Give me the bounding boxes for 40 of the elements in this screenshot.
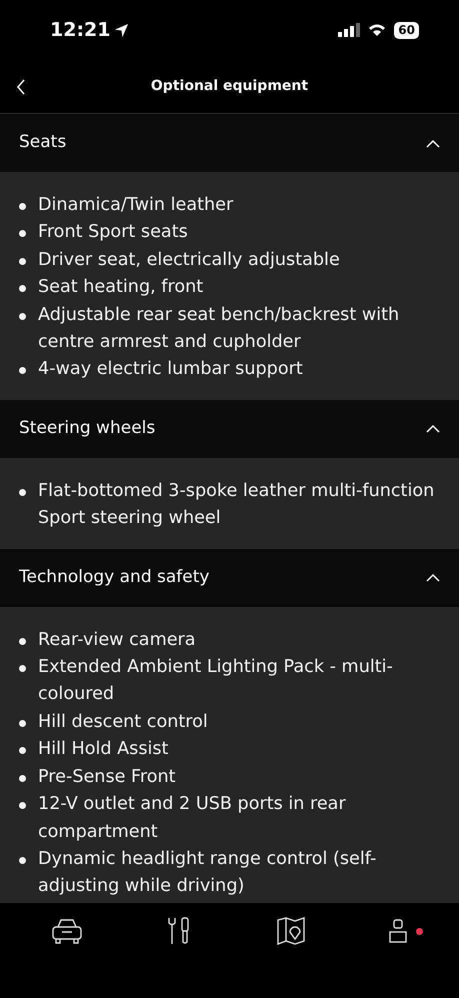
map-icon: [276, 916, 305, 944]
signal-icon: [338, 23, 360, 37]
person-icon: [388, 918, 407, 943]
list-item-text: Adjustable rear seat bench/backrest with centre armrest and cupholder: [38, 304, 400, 354]
list-item-text: Hill Hold Assist: [38, 738, 168, 762]
list-item-text: Flat-bottomed 3-spoke leather multi-function Sport steering wheel: [38, 480, 436, 530]
list-item-text: Pre-Sense Front: [38, 766, 176, 789]
list-item-text: Hill descent control: [38, 710, 208, 734]
list-item-text: 4-way electric lumbar support: [38, 358, 303, 382]
section-header[interactable]: Seats: [0, 114, 459, 172]
battery-indicator: 60: [394, 22, 419, 38]
list-item-text: Rear-view camera: [38, 628, 196, 652]
bullet-icon: [19, 856, 26, 864]
list-item-text: 12-V outlet and 2 USB ports in rear compartment: [38, 793, 347, 844]
bullet-icon: [19, 488, 26, 496]
bullet-icon: [19, 203, 26, 210]
list-item-text: Seat heating, front: [38, 276, 204, 300]
bullet-icon: [19, 665, 26, 672]
clock: 12:21: [50, 18, 110, 43]
list-item-text: Driver seat, electrically adjustable: [38, 248, 340, 272]
list-item-text: Dinamica/Twin leather: [38, 194, 234, 217]
bullet-icon: [19, 774, 26, 782]
list-item-text: Front Sport seats: [38, 221, 188, 244]
section-header[interactable]: Steering wheels: [0, 400, 459, 458]
list-item-text: Dynamic headlight range control (self-adjusting while driving): [38, 848, 378, 898]
bullet-icon: [19, 230, 26, 238]
bullet-icon: [19, 638, 26, 645]
list-item-text: Extended Ambient Lighting Pack - multi-coloured: [38, 656, 394, 706]
bullet-icon: [19, 312, 26, 320]
page-title: Optional equipment: [150, 77, 308, 96]
bullet-icon: [19, 258, 26, 265]
location-arrow-icon: [114, 22, 130, 38]
bullet-icon: [19, 747, 26, 754]
car-icon: [52, 918, 82, 944]
wifi-icon: [368, 23, 386, 37]
bullet-icon: [19, 720, 26, 727]
bullet-icon: [19, 285, 26, 292]
section-header[interactable]: Technology and safety: [0, 548, 459, 607]
bullet-icon: [19, 802, 26, 810]
bullet-icon: [19, 367, 26, 374]
